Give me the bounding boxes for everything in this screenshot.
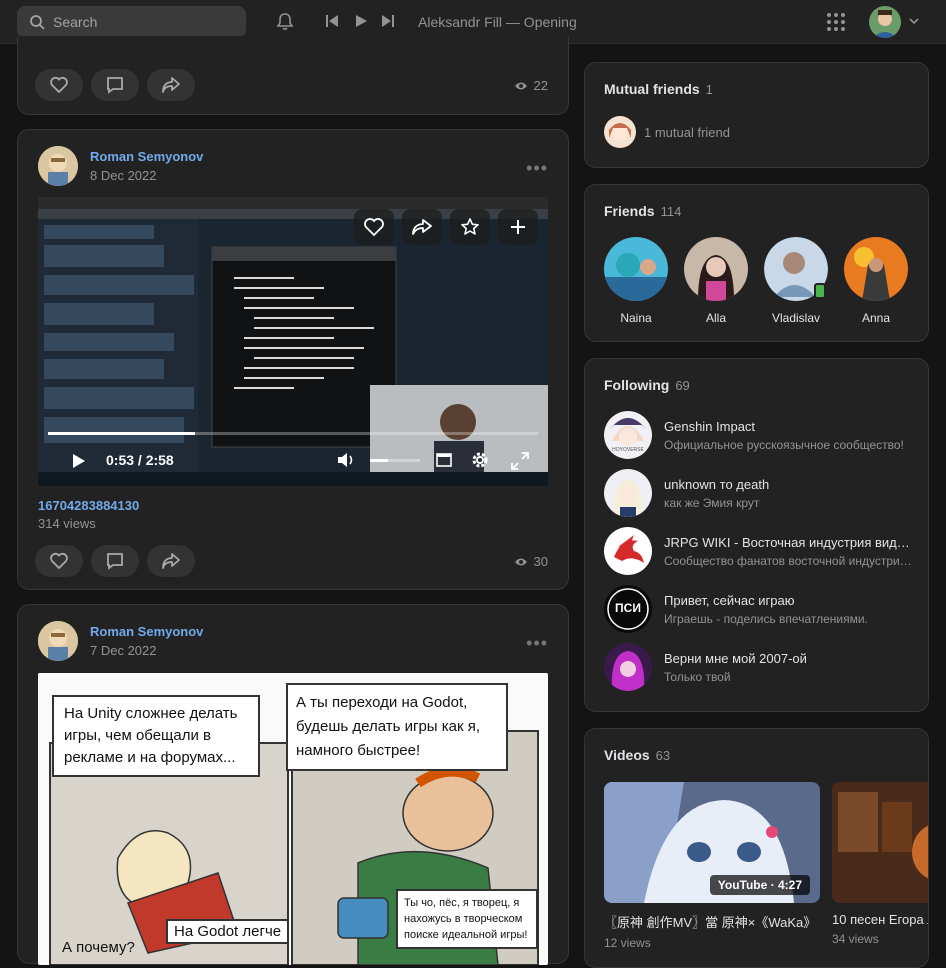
speech-bubble: А почему? bbox=[62, 939, 135, 956]
volume-icon[interactable] bbox=[336, 451, 356, 474]
community-avatar: ПСИ bbox=[604, 585, 652, 633]
video-duration-badge: YouTube · 4:27 bbox=[709, 875, 810, 895]
volume-level bbox=[370, 459, 388, 462]
speech-bubble: На Godot легче bbox=[166, 919, 290, 944]
heart-icon bbox=[364, 218, 384, 237]
share-icon bbox=[162, 77, 180, 93]
eye-icon bbox=[514, 82, 527, 89]
community-avatar bbox=[604, 643, 652, 691]
videos-header[interactable]: Videos 63 bbox=[604, 747, 670, 763]
friend-item[interactable]: Naina bbox=[604, 237, 668, 325]
author-name[interactable]: Roman Semyonov bbox=[90, 624, 203, 639]
video-like-button[interactable] bbox=[354, 209, 394, 245]
video-time: 0:53 / 2:58 bbox=[106, 452, 174, 468]
previous-track-icon[interactable] bbox=[325, 14, 339, 28]
share-button[interactable] bbox=[147, 545, 195, 577]
video-thumbnail: YouTube · 4:27 bbox=[604, 782, 820, 903]
video-thumb-item[interactable]: YouTube · 4:27 〖原神 創作MV〗當 原神×《WaKa》 12 v… bbox=[604, 782, 820, 950]
speech-bubble: На Unity сложнее делать игры, чем обещал… bbox=[52, 695, 260, 777]
post-card: Roman Semyonov 7 Dec 2022 ••• На Unity с… bbox=[17, 604, 569, 965]
following-item[interactable]: JRPG WIKI - Восточная индустрия видеоигр… bbox=[604, 527, 914, 575]
community-avatar bbox=[604, 527, 652, 575]
comic-image[interactable]: На Unity сложнее делать игры, чем обещал… bbox=[38, 673, 548, 965]
comment-icon bbox=[107, 553, 123, 570]
post-card: 22 bbox=[17, 36, 569, 115]
mutual-friend-avatar bbox=[604, 116, 636, 148]
eye-icon bbox=[514, 558, 527, 565]
author-avatar[interactable] bbox=[38, 146, 78, 186]
mutual-friends-header[interactable]: Mutual friends 1 bbox=[604, 81, 713, 97]
video-add-button[interactable] bbox=[498, 209, 538, 245]
view-count: 30 bbox=[514, 554, 548, 569]
mutual-friend-link[interactable]: 1 mutual friend bbox=[604, 116, 730, 148]
next-track-icon[interactable] bbox=[381, 14, 395, 28]
search-input[interactable] bbox=[53, 14, 233, 30]
settings-gear-icon[interactable] bbox=[470, 450, 490, 475]
author-name[interactable]: Roman Semyonov bbox=[90, 149, 203, 164]
friend-avatar bbox=[684, 237, 748, 301]
following-item[interactable]: ПСИ Привет, сейчас играю Играешь - подели… bbox=[604, 585, 914, 633]
comment-icon bbox=[107, 77, 123, 94]
following-card: Following 69 HOYOVERSE Genshin Impact Офиц… bbox=[584, 358, 929, 712]
post-date[interactable]: 7 Dec 2022 bbox=[90, 643, 203, 658]
speech-bubble: А ты переходи на Godot, будешь делать иг… bbox=[286, 683, 508, 771]
post-card: Roman Semyonov 8 Dec 2022 ••• 0:53 / 2:5… bbox=[17, 129, 569, 590]
video-title[interactable]: 16704283884130 bbox=[38, 498, 139, 513]
following-item[interactable]: unknown то деath как же Эмия крут bbox=[604, 469, 914, 517]
play-icon[interactable] bbox=[354, 14, 368, 28]
view-count: 22 bbox=[514, 78, 548, 93]
community-avatar: HOYOVERSE bbox=[604, 411, 652, 459]
chevron-down-icon[interactable] bbox=[909, 18, 919, 26]
friend-item[interactable]: Anna bbox=[844, 237, 908, 325]
friends-card: Friends 114 Naina Alla Vladislav Anna bbox=[584, 184, 929, 342]
miniplayer-icon[interactable] bbox=[436, 452, 452, 473]
post-date[interactable]: 8 Dec 2022 bbox=[90, 168, 203, 183]
friend-avatar bbox=[604, 237, 668, 301]
speech-bubble: Ты чо, пёс, я творец, я нахожусь в творч… bbox=[396, 889, 538, 949]
share-button[interactable] bbox=[147, 69, 195, 101]
fullscreen-icon[interactable] bbox=[511, 452, 529, 475]
now-playing-track[interactable]: Aleksandr Fill — Opening bbox=[418, 14, 577, 30]
following-item[interactable]: Верни мне мой 2007-ой Только твой bbox=[604, 643, 914, 691]
community-avatar bbox=[604, 469, 652, 517]
video-views: 314 views bbox=[38, 516, 96, 531]
online-mobile-icon bbox=[814, 283, 826, 299]
more-options-icon[interactable]: ••• bbox=[526, 158, 548, 179]
heart-icon bbox=[50, 76, 68, 94]
video-share-button[interactable] bbox=[402, 209, 442, 245]
video-progress-fill bbox=[48, 432, 195, 435]
video-thumbnail bbox=[832, 782, 928, 903]
following-item[interactable]: HOYOVERSE Genshin Impact Официальное русс… bbox=[604, 411, 914, 459]
star-icon bbox=[461, 218, 479, 235]
search-icon bbox=[30, 15, 45, 30]
video-bookmark-button[interactable] bbox=[450, 209, 490, 245]
volume-slider[interactable] bbox=[370, 459, 420, 462]
share-icon bbox=[412, 219, 432, 235]
author-avatar[interactable] bbox=[38, 621, 78, 661]
videos-card: Videos 63 YouTube · 4:27 〖原神 創作MV〗當 原神×《W… bbox=[584, 728, 929, 968]
heart-icon bbox=[50, 552, 68, 570]
video-play-icon[interactable] bbox=[72, 453, 86, 474]
share-icon bbox=[162, 553, 180, 569]
comment-button[interactable] bbox=[91, 69, 139, 101]
comment-button[interactable] bbox=[91, 545, 139, 577]
friend-item[interactable]: Vladislav bbox=[764, 237, 828, 325]
friend-avatar bbox=[844, 237, 908, 301]
friend-avatar bbox=[764, 237, 828, 301]
apps-grid-icon[interactable] bbox=[826, 12, 846, 32]
like-button[interactable] bbox=[35, 69, 83, 101]
friends-header[interactable]: Friends 114 bbox=[604, 203, 681, 219]
bell-icon[interactable] bbox=[275, 12, 295, 32]
friend-item[interactable]: Alla bbox=[684, 237, 748, 325]
mutual-friends-card: Mutual friends 1 1 mutual friend bbox=[584, 62, 929, 168]
following-header[interactable]: Following 69 bbox=[604, 377, 690, 393]
more-options-icon[interactable]: ••• bbox=[526, 633, 548, 654]
plus-icon bbox=[511, 220, 525, 234]
video-thumb-item[interactable]: 10 песен Егора Летова 34 views bbox=[832, 782, 928, 946]
user-avatar[interactable] bbox=[869, 6, 901, 38]
like-button[interactable] bbox=[35, 545, 83, 577]
search-box[interactable] bbox=[17, 6, 246, 38]
video-player[interactable]: 0:53 / 2:58 bbox=[38, 197, 548, 486]
video-progress-bar[interactable] bbox=[48, 432, 538, 435]
